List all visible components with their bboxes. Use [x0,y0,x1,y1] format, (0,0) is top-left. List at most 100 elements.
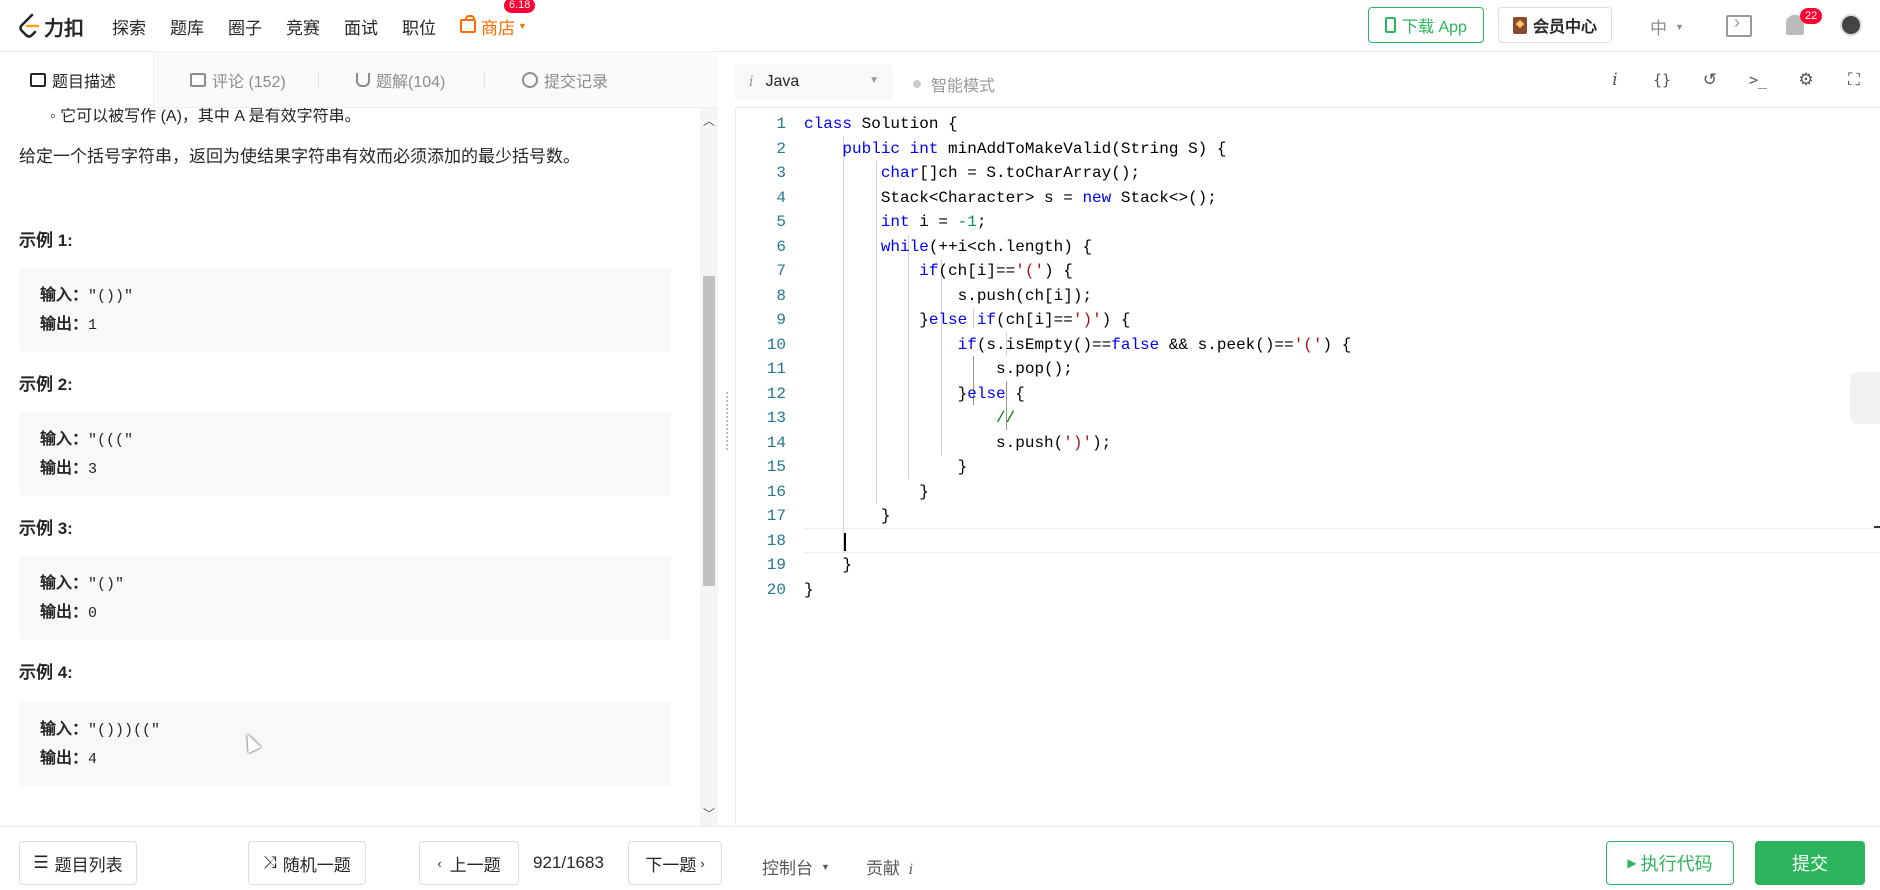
line-number: 18 [766,531,786,550]
language-switcher[interactable]: 中 ▼ [1650,14,1684,39]
line-number: 4 [776,188,786,207]
example-box: 输入："())" 输出：1 [19,268,671,352]
terminal-icon[interactable]: >_ [1746,68,1770,92]
problem-list-button[interactable]: ☰ 题目列表 [19,841,137,885]
tab-description[interactable]: 题目描述 [0,52,154,108]
line-number: 12 [766,384,786,403]
problem-description-panel: ◦ 它可以被写作 (A)，其中 A 是有效字符串。 给定一个括号字符串，返回为使… [0,108,700,826]
nav-jobs[interactable]: 职位 [402,14,436,39]
toggle-dot-icon [913,80,921,88]
tab-submissions[interactable]: 提交记录 [522,52,608,108]
code-line: } [804,556,853,574]
list-icon: ☰ [33,853,49,872]
problem-tabs: 题目描述 评论 (152) 题解(104) 提交记录 [0,52,718,108]
playground-icon[interactable] [1726,12,1752,37]
code-line: } [804,482,929,501]
floating-side-tab[interactable] [1850,372,1880,424]
code-line: s.push(')'); [804,433,1112,452]
code-line: while(++i<ch.length) { [880,237,1093,256]
line-number: 8 [776,286,786,305]
run-code-button[interactable]: ▶ 执行代码 [1606,841,1734,885]
line-number: 7 [776,262,786,280]
gear-icon[interactable]: ⚙ [1794,68,1818,92]
info-icon[interactable]: i [1603,68,1627,92]
code-line: s.pop(); [804,360,1073,378]
nav-interview[interactable]: 面试 [344,14,378,39]
nav-contest[interactable]: 竞赛 [286,14,320,39]
next-problem-button[interactable]: 下一题 › [628,841,722,885]
line-number: 1 [776,115,786,133]
code-line: }else if(ch[i]==')') { [804,311,1131,329]
overview-ruler-mark [1874,526,1880,528]
nav-problemset[interactable]: 题库 [170,14,204,39]
code-line: class Solution { [804,115,958,133]
code-line: if(ch[i]=='(') { [919,262,1073,280]
tab-comments[interactable]: 评论 (152) [190,52,286,108]
code-line: } [804,458,968,476]
problem-statement: 给定一个括号字符串，返回为使结果字符串有效而必须添加的最少括号数。 [19,147,580,166]
line-number: 20 [766,580,786,599]
chevron-up-icon[interactable]: ︿ [703,112,715,129]
example-input: "()))((" [88,722,161,739]
example-output: 1 [88,317,98,334]
tab-separator [484,72,485,88]
description-scrollbar[interactable]: ︿ ﹀ [700,108,718,826]
vip-center-button[interactable]: 会员中心 [1498,7,1612,43]
code-line: ​ [804,529,1351,554]
random-problem-button[interactable]: ⤨ 随机一题 [248,841,366,885]
scrollbar-thumb[interactable] [703,276,715,586]
example-input: "()" [88,576,125,593]
play-icon: ▶ [1627,856,1637,870]
chevron-down-icon: ▼ [821,861,830,872]
nav-explore[interactable]: 探索 [112,14,146,39]
random-problem-label: 随机一题 [282,855,351,875]
notification-badge: 22 [1800,8,1823,24]
line-number: 14 [766,433,786,452]
example-output: 0 [88,605,98,622]
text-cursor [844,533,846,551]
code-line: } [804,507,891,525]
leetcode-logo[interactable]: 力扣 [18,13,84,40]
chevron-left-icon: ‹ [437,855,442,871]
format-braces-icon[interactable]: {} [1650,68,1674,92]
nav-shop[interactable]: 商店 ▼ 6.18 [460,0,536,39]
download-app-button[interactable]: 下载 App [1368,7,1484,43]
output-label: 输出： [40,316,89,333]
fullscreen-icon[interactable]: ⛶ [1842,68,1866,92]
next-problem-label: 下一题 [645,855,697,875]
chevron-down-icon: ▼ [518,21,527,31]
output-label: 输出： [40,750,89,767]
nav-circle[interactable]: 圈子 [228,14,262,39]
tab-solutions[interactable]: 题解(104) [356,52,445,108]
code-line: Stack<Character> s = new Stack<>(); [804,188,1217,207]
reset-icon[interactable]: ↺ [1698,68,1722,92]
example-output: 4 [88,751,98,768]
console-toggle[interactable]: 控制台 ▼ [762,854,830,879]
info-icon: i [908,862,914,878]
clock-icon [522,72,538,88]
contribute-link[interactable]: 贡献 i [866,854,913,879]
chevron-down-icon: ▼ [1675,21,1684,32]
shuffle-icon: ⤨ [263,853,277,872]
chevron-down-icon[interactable]: ﹀ [703,805,715,822]
line-number: 6 [776,237,786,256]
prev-problem-button[interactable]: ‹ 上一题 [419,841,519,885]
code-editor[interactable]: 1 2 3 4 5 6 7 8 9 10 11 12 13 14 15 16 1… [735,108,1880,826]
leetcode-logo-icon [19,13,40,38]
smart-mode-toggle[interactable]: 智能模式 [913,72,995,96]
language-select[interactable]: i Java ▼ [735,64,893,100]
example-box: 输入："()" 输出：0 [19,556,671,640]
line-number: 9 [776,311,786,329]
line-number: 19 [766,556,786,574]
input-label: 输入： [40,431,89,448]
submit-button[interactable]: 提交 [1755,841,1865,885]
language-select-value: Java [765,73,800,90]
chevron-down-icon: ▼ [869,75,879,86]
panel-resize-handle[interactable] [726,392,729,450]
user-avatar[interactable] [1840,14,1862,36]
example-box: 输入："()))((" 输出：4 [19,702,671,786]
code-content[interactable]: class Solution { public int minAddToMake… [804,112,1351,602]
example-input: "())" [88,288,134,305]
example-input: "(((" [88,432,134,449]
line-number: 17 [766,507,786,525]
